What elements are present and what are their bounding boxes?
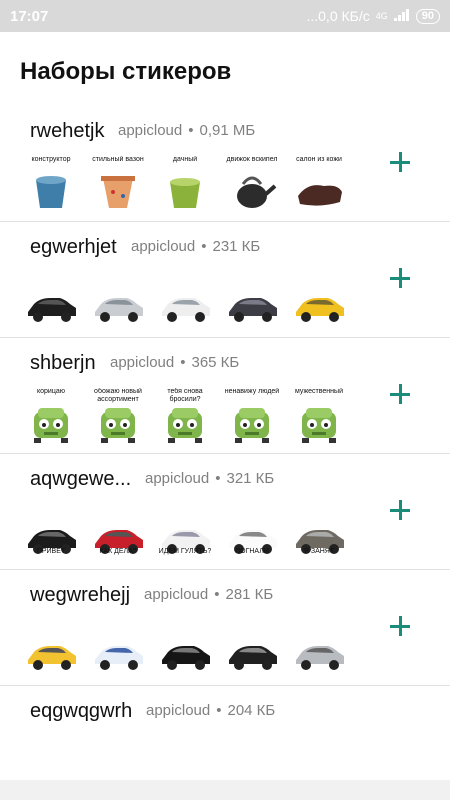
sticker-caption: ПОГНАЛИ <box>235 548 269 555</box>
pack-size: 321 КБ <box>226 470 275 487</box>
yellow-mustang-icon <box>22 620 80 678</box>
pack-meta: appicloud • 321 КБ <box>145 470 274 487</box>
sticker-row <box>22 620 348 678</box>
sticker-row <box>22 272 348 330</box>
battery-icon: 90 <box>415 8 440 24</box>
bottom-bar <box>0 780 450 800</box>
grey-suv-icon: Я ЗАНЯТ <box>290 504 348 562</box>
pack-name: egwerhjet <box>30 236 117 258</box>
add-pack-button[interactable] <box>388 150 412 174</box>
police-car-icon <box>89 620 147 678</box>
pack-name: wegwrehejj <box>30 584 131 606</box>
green-car-face-icon: корицаю <box>22 388 80 446</box>
sticker-row: ПРИВЕТ КАК ДЕЛА? ИДЕМ ГУЛЯТЬ? ПОГНАЛИ Я ЗАНЯ… <box>22 504 348 562</box>
status-time: 17:07 <box>10 7 49 25</box>
flowerpot-icon: стильный вазон <box>89 156 147 214</box>
pack-author: appicloud <box>144 586 209 603</box>
green-car-face-icon: ненавижу людей <box>223 388 281 446</box>
green-car-face-icon: мужественный <box>290 388 348 446</box>
black-suv-icon <box>22 272 80 330</box>
sticker-caption: ненавижу людей <box>224 388 280 395</box>
meta-separator: • <box>188 122 194 139</box>
sticker-pack[interactable]: rwehetjk appicloud • 0,91 МБ конструктор стил… <box>0 106 450 222</box>
status-right: ...0,0 КБ/с 4G 90 <box>306 8 440 24</box>
pack-name: rwehetjk <box>30 120 105 142</box>
status-bar: 17:07 ...0,0 КБ/с 4G 90 <box>0 0 450 32</box>
sticker-caption: корицаю <box>37 388 65 395</box>
green-bucket-icon: дачный <box>156 156 214 214</box>
pack-author: appicloud <box>131 238 196 255</box>
pack-meta: appicloud • 281 КБ <box>144 586 273 603</box>
pack-meta: appicloud • 204 КБ <box>146 702 275 719</box>
meta-separator: • <box>214 586 220 603</box>
car-trailer-icon <box>223 272 281 330</box>
sticker-pack[interactable]: egwerhjet appicloud • 231 КБ <box>0 222 450 338</box>
pack-author: appicloud <box>110 354 175 371</box>
network-type: 4G <box>375 11 388 21</box>
sticker-caption: конструктор <box>31 156 71 163</box>
pack-author: appicloud <box>118 122 183 139</box>
black-crossover-icon <box>223 620 281 678</box>
pack-name: shberjn <box>30 352 96 374</box>
pack-name: aqwgewe... <box>30 468 132 490</box>
sticker-caption: ПРИВЕТ <box>36 548 66 555</box>
meta-separator: • <box>180 354 186 371</box>
pack-size: 204 КБ <box>227 702 276 719</box>
sticker-pack[interactable]: wegwrehejj appicloud • 281 КБ <box>0 570 450 686</box>
sticker-row: корицаю обожаю новый ассортимент тебя снов… <box>22 388 348 446</box>
network-speed: ...0,0 КБ/с <box>306 8 370 24</box>
sticker-caption: дачный <box>172 156 198 163</box>
sticker-caption: ИДЕМ ГУЛЯТЬ? <box>158 548 212 555</box>
green-car-face-icon: обожаю новый ассортимент <box>89 388 147 446</box>
sticker-caption: стильный вазон <box>92 156 144 163</box>
pack-meta: appicloud • 231 КБ <box>131 238 260 255</box>
kettle-icon: движок вскипел <box>223 156 281 214</box>
sticker-pack[interactable]: shberjn appicloud • 365 КБ корицаю обожаю нов… <box>0 338 450 454</box>
yellow-truck-icon <box>290 272 348 330</box>
white-suv-icon: ПОГНАЛИ <box>223 504 281 562</box>
meta-separator: • <box>215 470 221 487</box>
sticker-caption: тебя снова бросили? <box>167 388 203 403</box>
red-car-icon: КАК ДЕЛА? <box>89 504 147 562</box>
black-coupe-icon <box>156 620 214 678</box>
pack-size: 365 КБ <box>191 354 240 371</box>
black-car-icon: ПРИВЕТ <box>22 504 80 562</box>
green-car-face-icon: тебя снова бросили? <box>156 388 214 446</box>
pack-size: 0,91 МБ <box>199 122 256 139</box>
sticker-pack[interactable]: aqwgewe... appicloud • 321 КБ ПРИВЕТ КАК ДЕЛА… <box>0 454 450 570</box>
pack-size: 281 КБ <box>225 586 274 603</box>
signal-icon <box>393 8 410 24</box>
white-car-icon <box>156 272 214 330</box>
page-title: Наборы стикеров <box>20 58 232 85</box>
pack-meta: appicloud • 365 КБ <box>110 354 239 371</box>
sticker-caption: движок вскипел <box>226 156 278 163</box>
sticker-caption: КАК ДЕЛА? <box>99 548 137 555</box>
pack-meta: appicloud • 0,91 МБ <box>118 122 255 139</box>
add-pack-button[interactable] <box>388 498 412 522</box>
sticker-pack[interactable]: eqgwqgwrh appicloud • 204 КБ <box>0 686 450 776</box>
sticker-caption: Я ЗАНЯТ <box>303 548 335 555</box>
sticker-caption: обожаю новый ассортимент <box>94 388 142 403</box>
white-sedan-icon: ИДЕМ ГУЛЯТЬ? <box>156 504 214 562</box>
saddle-icon: салон из кожи <box>290 156 348 214</box>
sticker-row: конструктор стильный вазон дачный движок вс… <box>22 156 348 214</box>
sticker-pack-list: rwehetjk appicloud • 0,91 МБ конструктор стил… <box>0 106 450 776</box>
silver-sedan-icon <box>89 272 147 330</box>
pack-name: eqgwqgwrh <box>30 700 133 722</box>
sticker-caption: мужественный <box>295 388 343 395</box>
add-pack-button[interactable] <box>388 382 412 406</box>
bucket-icon: конструктор <box>22 156 80 214</box>
pack-author: appicloud <box>146 702 211 719</box>
add-pack-button[interactable] <box>388 614 412 638</box>
meta-separator: • <box>216 702 222 719</box>
pack-size: 231 КБ <box>212 238 261 255</box>
pack-author: appicloud <box>145 470 210 487</box>
silver-suv-icon <box>290 620 348 678</box>
meta-separator: • <box>201 238 207 255</box>
add-pack-button[interactable] <box>388 266 412 290</box>
sticker-caption: салон из кожи <box>296 156 342 163</box>
